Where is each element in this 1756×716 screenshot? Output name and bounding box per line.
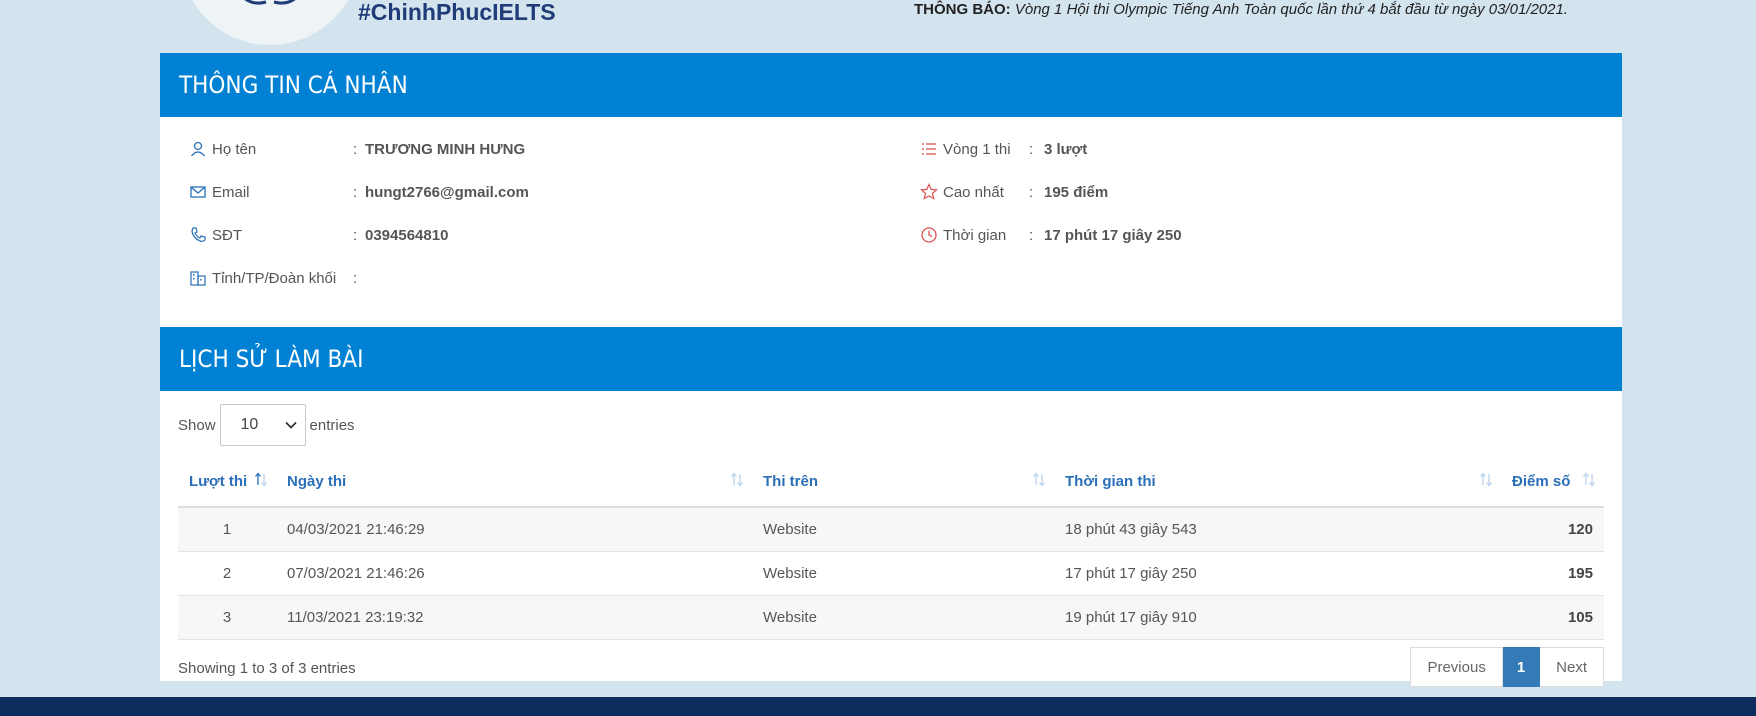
sort-icon	[1583, 472, 1595, 487]
personal-info-header: THÔNG TIN CÁ NHÂN	[160, 53, 1622, 117]
cell-platform: Website	[752, 507, 1054, 552]
info-label-province: Tỉnh/TP/Đoàn khối	[212, 269, 337, 287]
cell-score: 120	[1501, 507, 1604, 552]
laurel-icon	[244, 0, 296, 5]
info-value-name: TRƯƠNG MINH HƯNG	[365, 140, 526, 158]
info-label-email: Email	[212, 183, 250, 201]
info-colon: :	[353, 140, 358, 158]
sort-icon	[731, 472, 743, 487]
info-label-phone: SĐT	[212, 226, 242, 244]
info-row-province: Tỉnh/TP/Đoàn khối :	[189, 269, 357, 287]
personal-info-title: THÔNG TIN CÁ NHÂN	[179, 71, 408, 99]
info-label-highest: Cao nhất	[943, 183, 1004, 201]
cell-date: 04/03/2021 21:46:29	[276, 507, 752, 552]
info-colon: :	[1029, 140, 1034, 158]
table-row: 1 04/03/2021 21:46:29 Website 18 phút 43…	[178, 507, 1604, 552]
cell-duration: 19 phút 17 giây 910	[1054, 595, 1501, 640]
info-row-highest: Cao nhất : 195 điểm	[920, 183, 1108, 201]
column-header-duration[interactable]: Thời gian thi	[1054, 457, 1501, 508]
column-header-attempt[interactable]: Lượt thi	[178, 457, 276, 508]
page-button-current[interactable]: 1	[1502, 647, 1541, 687]
info-colon: :	[353, 226, 358, 244]
sort-icon	[1480, 472, 1492, 487]
show-label: Show	[178, 416, 216, 434]
user-icon	[190, 141, 206, 157]
info-row-name: Họ tên : TRƯƠNG MINH HƯNG	[189, 140, 525, 158]
building-icon	[190, 271, 206, 286]
table-summary: Showing 1 to 3 of 3 entries	[178, 660, 356, 677]
previous-page-button[interactable]: Previous	[1410, 647, 1503, 687]
list-icon	[922, 143, 936, 155]
column-header-date[interactable]: Ngày thi	[276, 457, 752, 508]
cell-duration: 17 phút 17 giây 250	[1054, 551, 1501, 596]
notice-label: THÔNG BÁO:	[914, 1, 1011, 18]
cell-date: 07/03/2021 21:46:26	[276, 551, 752, 596]
table-row: 2 07/03/2021 21:46:26 Website 17 phút 17…	[178, 551, 1604, 596]
cell-attempt: 3	[178, 595, 276, 640]
info-label-time: Thời gian	[943, 226, 1007, 244]
info-row-time: Thời gian : 17 phút 17 giây 250	[920, 226, 1182, 244]
info-colon: :	[353, 183, 358, 201]
cell-duration: 18 phút 43 giây 543	[1054, 507, 1501, 552]
notice-text: Vòng 1 Hội thi Olympic Tiếng Anh Toàn qu…	[1010, 1, 1568, 18]
table-header-row: Lượt thi Ngày thi Thi trên Thời gian thi…	[178, 457, 1604, 508]
entries-label: entries	[309, 416, 355, 434]
notice-bar: THÔNG BÁO: Vòng 1 Hội thi Olympic Tiếng …	[914, 1, 1568, 18]
history-panel: Show 10 entries Lượt thi Ngày thi Thi tr…	[160, 391, 1622, 687]
page-length-control: Show 10 entries	[178, 404, 355, 446]
cell-attempt: 2	[178, 551, 276, 596]
phone-icon	[191, 227, 206, 242]
cell-score: 195	[1501, 551, 1604, 596]
info-value-round: 3 lượt	[1044, 140, 1088, 158]
info-colon: :	[1029, 226, 1034, 244]
sort-asc-icon	[255, 472, 267, 487]
info-row-phone: SĐT : 0394564810	[189, 226, 448, 244]
history-title: LỊCH SỬ LÀM BÀI	[179, 345, 364, 373]
info-label-name: Họ tên	[212, 140, 257, 158]
cell-attempt: 1	[178, 507, 276, 552]
history-header: LỊCH SỬ LÀM BÀI	[160, 327, 1622, 391]
pagination: Previous 1 Next	[1410, 647, 1604, 687]
info-value-email: hungt2766@gmail.com	[365, 183, 529, 201]
hashtag-logo-text: #ChinhPhucIELTS	[358, 0, 556, 25]
page-size-select[interactable]: 10	[219, 404, 306, 446]
cell-date: 11/03/2021 23:19:32	[276, 595, 752, 640]
cell-score: 105	[1501, 595, 1604, 640]
info-value-highest: 195 điểm	[1044, 183, 1109, 201]
sort-icon	[1033, 472, 1045, 487]
info-value-phone: 0394564810	[365, 226, 449, 244]
info-value-time: 17 phút 17 giây 250	[1044, 226, 1182, 244]
chevron-down-icon	[284, 421, 297, 429]
column-header-platform[interactable]: Thi trên	[752, 457, 1054, 508]
clock-icon	[921, 227, 937, 243]
page-size-value: 10	[240, 416, 259, 433]
cell-platform: Website	[752, 595, 1054, 640]
next-page-button[interactable]: Next	[1540, 647, 1604, 687]
history-table: Lượt thi Ngày thi Thi trên Thời gian thi…	[178, 457, 1604, 640]
info-colon: :	[1029, 183, 1034, 201]
cell-platform: Website	[752, 551, 1054, 596]
info-row-round: Vòng 1 thi : 3 lượt	[920, 140, 1087, 158]
star-icon	[920, 183, 938, 200]
info-colon: :	[353, 269, 358, 287]
personal-info-panel: Họ tên : TRƯƠNG MINH HƯNG Email : hungt2…	[160, 117, 1622, 327]
footer	[0, 697, 1756, 716]
table-row: 3 11/03/2021 23:19:32 Website 19 phút 17…	[178, 595, 1604, 640]
column-header-score[interactable]: Điểm số	[1501, 457, 1604, 508]
info-row-email: Email : hungt2766@gmail.com	[189, 183, 529, 201]
envelope-icon	[190, 186, 206, 198]
info-label-round: Vòng 1 thi	[943, 140, 1011, 158]
